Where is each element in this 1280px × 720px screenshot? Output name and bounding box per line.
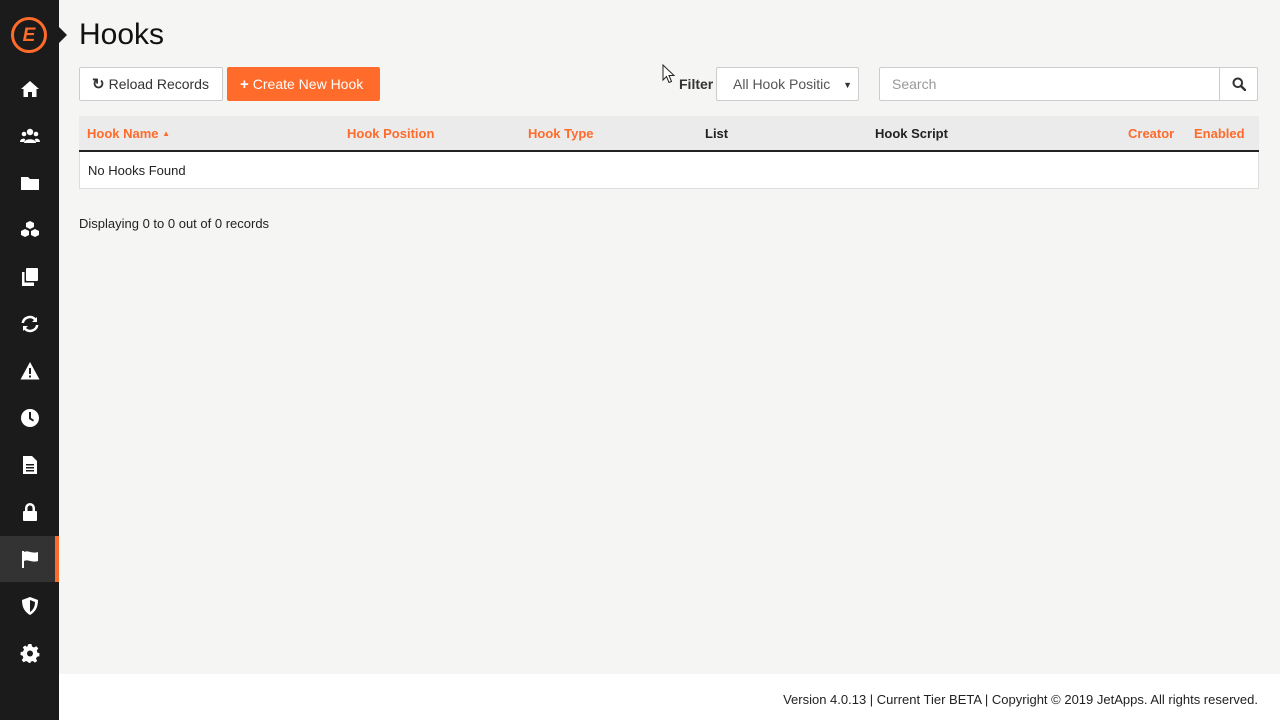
- create-new-hook-button[interactable]: + Create New Hook: [227, 67, 380, 101]
- users-icon: [19, 128, 40, 143]
- page-title: Hooks: [79, 18, 165, 51]
- hook-position-filter[interactable]: All Hook Positic ▼: [716, 67, 859, 101]
- table-header: Hook Name ▲ Hook Position Hook Type List…: [79, 116, 1259, 152]
- hooks-table: Hook Name ▲ Hook Position Hook Type List…: [79, 116, 1259, 189]
- footer: Version 4.0.13 | Current Tier BETA | Cop…: [59, 674, 1280, 720]
- file-icon: [22, 456, 37, 474]
- empty-table-message: No Hooks Found: [88, 163, 186, 178]
- nav-shield[interactable]: [0, 583, 59, 629]
- column-hook-name[interactable]: Hook Name ▲: [87, 126, 170, 141]
- create-new-hook-label: Create New Hook: [252, 76, 364, 92]
- main-content: Hooks ↻ Reload Records + Create New Hook…: [59, 0, 1280, 674]
- folder-icon: [20, 177, 39, 190]
- nav-users[interactable]: [0, 113, 59, 159]
- search-placeholder: Search: [892, 76, 937, 92]
- nav-folder[interactable]: [0, 160, 59, 206]
- home-icon: [20, 81, 39, 97]
- app-logo[interactable]: E: [11, 17, 47, 53]
- reload-records-button[interactable]: ↻ Reload Records: [79, 67, 223, 101]
- filter-label: Filter: [679, 76, 714, 92]
- nav-cubes[interactable]: [0, 207, 59, 253]
- footer-copyright: Version 4.0.13 | Current Tier BETA | Cop…: [783, 692, 1258, 707]
- shield-icon: [21, 597, 38, 615]
- nav-copy[interactable]: [0, 254, 59, 300]
- search-input[interactable]: Search: [879, 67, 1220, 101]
- search-icon: [1232, 77, 1246, 91]
- column-hook-name-label: Hook Name: [87, 126, 159, 141]
- reload-records-label: Reload Records: [108, 76, 209, 92]
- nav-lock[interactable]: [0, 489, 59, 535]
- mouse-cursor-icon: [662, 64, 676, 84]
- clock-icon: [20, 409, 39, 427]
- search-button[interactable]: [1219, 67, 1258, 101]
- nav-settings[interactable]: [0, 630, 59, 676]
- table-body: No Hooks Found: [79, 152, 1259, 189]
- flag-icon: [21, 551, 38, 568]
- gear-icon: [20, 644, 39, 663]
- column-hook-position[interactable]: Hook Position: [347, 126, 434, 141]
- warning-icon: [20, 362, 39, 380]
- records-summary: Displaying 0 to 0 out of 0 records: [79, 216, 270, 231]
- nav-clock[interactable]: [0, 395, 59, 441]
- filter-selected-value: All Hook Positic: [733, 76, 831, 92]
- lock-icon: [22, 503, 37, 521]
- column-hook-type[interactable]: Hook Type: [528, 126, 594, 141]
- logo-letter: E: [22, 24, 36, 46]
- sort-asc-icon: ▲: [162, 129, 171, 138]
- copy-icon: [21, 268, 38, 286]
- plus-icon: +: [240, 75, 249, 93]
- cubes-icon: [20, 221, 39, 237]
- sidebar: E: [0, 0, 59, 720]
- column-list: List: [705, 126, 729, 141]
- column-creator[interactable]: Creator: [1128, 126, 1174, 141]
- caret-down-icon: ▼: [843, 80, 852, 90]
- nav-home[interactable]: [0, 66, 59, 112]
- nav-warning[interactable]: [0, 348, 59, 394]
- reload-icon: ↻: [92, 76, 105, 93]
- refresh-icon: [21, 315, 38, 333]
- nav-refresh[interactable]: [0, 301, 59, 347]
- nav-file[interactable]: [0, 442, 59, 488]
- nav-hooks[interactable]: [0, 536, 59, 582]
- column-hook-script: Hook Script: [875, 126, 948, 141]
- column-enabled[interactable]: Enabled: [1194, 126, 1245, 141]
